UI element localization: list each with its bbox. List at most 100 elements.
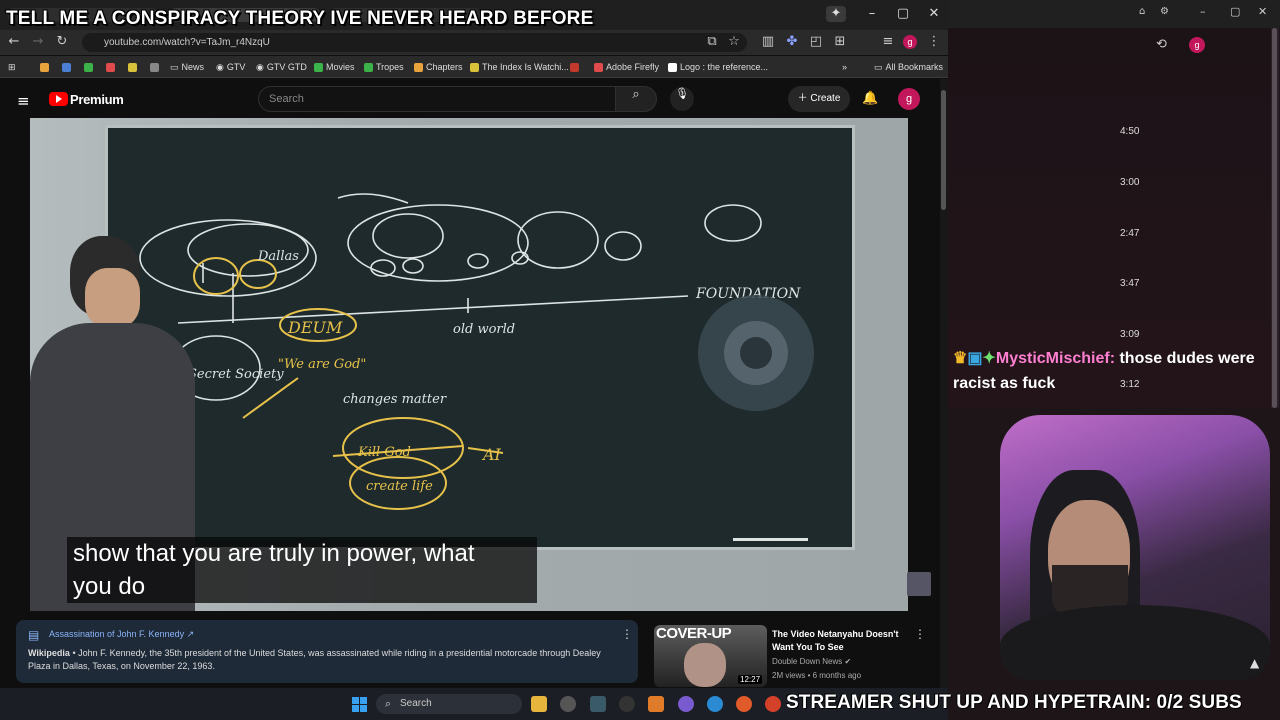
extension-icon[interactable]: ▥: [760, 34, 776, 50]
chat-minimize-icon[interactable]: –: [1200, 5, 1206, 18]
bookmark-favicon[interactable]: [62, 60, 71, 74]
streamer-shirt: [1000, 605, 1270, 680]
minimize-icon[interactable]: –: [862, 6, 882, 22]
stream-title-overlay: TELL ME A CONSPIRACY THEORY IVE NEVER HE…: [6, 8, 594, 29]
gem-badge-icon: ✦: [982, 350, 996, 367]
info-panel-link[interactable]: Assassination of John F. Kennedy ↗: [49, 629, 194, 640]
chat-username[interactable]: MysticMischief:: [996, 350, 1115, 367]
all-bookmarks[interactable]: ▭ All Bookmarks: [874, 60, 943, 74]
create-button[interactable]: ＋ Create: [788, 86, 850, 112]
firefox-icon[interactable]: [736, 696, 752, 712]
bookmark-favicon[interactable]: [106, 60, 115, 74]
bookmark-chapters[interactable]: Chapters: [414, 60, 463, 74]
hamburger-menu-icon[interactable]: ≡: [17, 92, 30, 110]
bookmark-favicon[interactable]: [150, 60, 159, 74]
video-caption: show that you are truly in power, what y…: [67, 537, 537, 603]
menu-kebab-icon[interactable]: ⋮: [926, 34, 942, 50]
bookmark-tropes[interactable]: Tropes: [364, 60, 404, 74]
taskbar-search[interactable]: Search: [376, 694, 522, 714]
recommended-video-title[interactable]: The Video Netanyahu Doesn't Want You To …: [772, 628, 912, 654]
bookmark-movies[interactable]: Movies: [314, 60, 355, 74]
youtube-search-input[interactable]: Search: [258, 86, 616, 112]
chat-close-icon[interactable]: ✕: [1258, 5, 1267, 18]
bookmark-adobe-firefly[interactable]: Adobe Firefly: [594, 60, 659, 74]
extension-icon[interactable]: ✤: [784, 34, 800, 50]
document-icon: ▤: [28, 628, 40, 642]
chat-timestamp: 2:47: [1120, 228, 1140, 239]
board-word-dallas: Dallas: [257, 249, 299, 264]
external-link-icon: ↗: [186, 629, 195, 639]
bookmark-gtv-gtd[interactable]: ◉ GTV GTD: [256, 60, 307, 74]
crown-badge-icon: ♛: [953, 350, 968, 367]
home-icon[interactable]: ⌂: [1139, 6, 1145, 17]
expand-up-icon[interactable]: ▲: [1250, 656, 1259, 670]
info-panel-menu-icon[interactable]: ⋮: [621, 627, 633, 641]
sub-badge-icon: ▣: [967, 350, 983, 367]
chat-restore-icon[interactable]: ▢: [1230, 5, 1240, 18]
chat-window-titlebar: ⌂ ⚙ – ▢ ✕: [948, 0, 1280, 28]
edge-icon[interactable]: [707, 696, 723, 712]
chat-profile-avatar[interactable]: g: [1189, 37, 1205, 53]
bookmark-news[interactable]: ▭ News: [170, 60, 204, 74]
bookmark-gtv[interactable]: ◉ GTV: [216, 60, 245, 74]
video-menu-icon[interactable]: ⋮: [914, 627, 926, 641]
history-icon[interactable]: ⟲: [1156, 37, 1167, 52]
install-icon[interactable]: ⧉: [704, 34, 720, 50]
channel-name[interactable]: Double Down News ✔: [772, 657, 851, 666]
forward-icon[interactable]: →: [30, 34, 46, 50]
extension-icon[interactable]: ◰: [808, 34, 824, 50]
bookmark-favicon[interactable]: [40, 60, 49, 74]
chat-timestamp: 4:50: [1120, 126, 1140, 137]
thumbnail-text: COVER-UP: [656, 625, 732, 642]
chrome-icon[interactable]: [765, 696, 781, 712]
info-panel: ▤ Assassination of John F. Kennedy ↗ Wik…: [16, 620, 638, 683]
ai-sparkle-icon[interactable]: ✦: [826, 6, 846, 22]
search-icon[interactable]: ⌕: [615, 86, 657, 112]
board-word-deum: DEUM: [287, 318, 343, 337]
apps-grid-icon[interactable]: ⊞: [8, 60, 16, 74]
file-explorer-icon[interactable]: [531, 696, 547, 712]
more-bookmarks-icon[interactable]: »: [842, 60, 847, 74]
info-panel-text: Wikipedia • John F. Kennedy, the 35th pr…: [28, 648, 601, 671]
board-word-changes-matter: changes matter: [343, 392, 447, 407]
app-icon[interactable]: [619, 696, 635, 712]
plus-icon: ＋: [797, 93, 811, 104]
recommended-video[interactable]: COVER-UP 12:27 The Video Netanyahu Doesn…: [654, 625, 944, 687]
reload-icon[interactable]: ↻: [54, 34, 70, 50]
notifications-bell-icon[interactable]: 🔔: [862, 91, 878, 106]
settings-gear-icon[interactable]: ⚙: [1160, 6, 1169, 17]
channel-watermark[interactable]: [907, 572, 931, 596]
bookmark-star-icon[interactable]: ☆: [726, 34, 742, 50]
youtube-account-avatar[interactable]: g: [898, 88, 920, 110]
bookmark-index[interactable]: The Index Is Watchi...: [470, 60, 569, 74]
sidebar-icon[interactable]: ≡: [880, 34, 896, 50]
windows-start-icon[interactable]: [352, 697, 367, 712]
app-icon[interactable]: [590, 696, 606, 712]
chat-scrollbar[interactable]: [1271, 28, 1279, 408]
youtube-premium-label[interactable]: Premium: [70, 92, 124, 107]
folder-icon: ▭: [170, 62, 179, 72]
board-word-secret-society: Secret Society: [188, 367, 284, 382]
bookmark-favicon[interactable]: [570, 60, 579, 74]
scrollbar-thumb[interactable]: [941, 90, 946, 210]
chat-scrollbar-thumb[interactable]: [1272, 28, 1277, 408]
extensions-puzzle-icon[interactable]: ⊞: [832, 34, 848, 50]
back-icon[interactable]: ←: [6, 34, 22, 50]
app-icon[interactable]: [678, 696, 694, 712]
hypetrain-ticker: STREAMER SHUT UP AND HYPETRAIN: 0/2 SUBS: [786, 692, 1242, 713]
microphone-icon[interactable]: 🎙: [670, 87, 694, 111]
vlc-icon[interactable]: [648, 696, 664, 712]
close-icon[interactable]: ✕: [924, 6, 944, 22]
app-icon[interactable]: [560, 696, 576, 712]
maximize-icon[interactable]: ▢: [893, 6, 913, 22]
caption-line-1: show that you are truly in power, what: [73, 540, 475, 567]
github-icon: ◉: [256, 62, 264, 72]
board-word-we-are-god: "We are God": [278, 357, 366, 372]
bookmark-logo-reference[interactable]: Logo : the reference...: [668, 60, 768, 74]
youtube-logo-icon[interactable]: [49, 92, 68, 106]
video-thumbnail[interactable]: COVER-UP 12:27: [654, 625, 767, 687]
bookmark-favicon[interactable]: [84, 60, 93, 74]
profile-avatar[interactable]: g: [903, 35, 917, 49]
bookmark-favicon[interactable]: [128, 60, 137, 74]
url-field[interactable]: youtube.com/watch?v=TaJm_r4NzqU: [82, 33, 747, 52]
